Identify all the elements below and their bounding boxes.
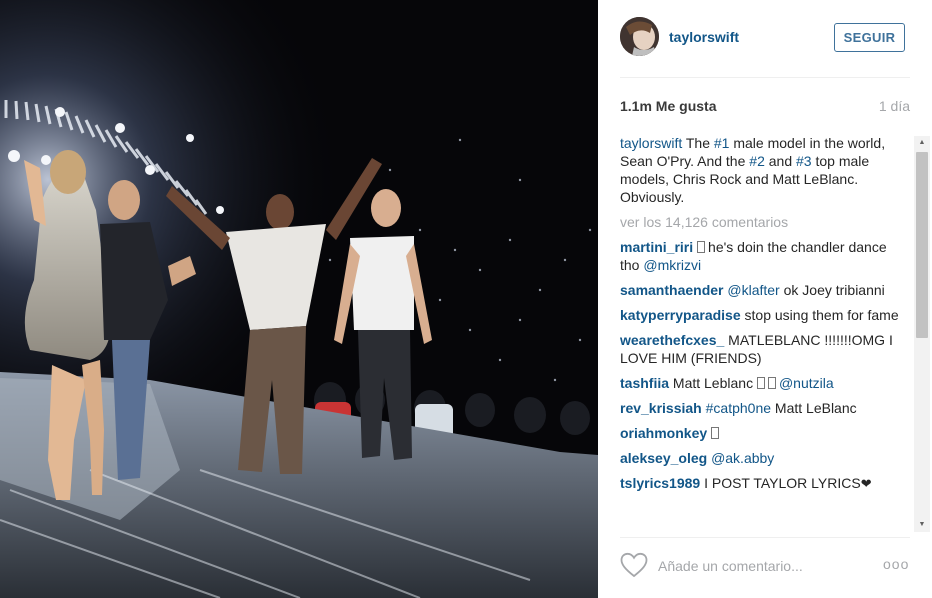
comment-item: katyperryparadise stop using them for fa… [620,306,906,324]
comment-text: Matt LeBlanc [771,400,857,416]
comment-username[interactable]: samanthaender [620,282,723,298]
post-header: taylorswift SEGUIR [598,0,932,78]
hashtag-link[interactable]: #1 [714,135,730,151]
heart-outline-icon [620,552,648,578]
post-side-panel: taylorswift SEGUIR 1.1m Me gusta 1 día t… [598,0,932,598]
header-divider [620,77,910,78]
comment-item: aleksey_oleg @ak.abby [620,449,906,467]
scroll-up-arrow-icon[interactable]: ▲ [914,136,930,150]
likes-count[interactable]: 1.1m Me gusta [620,98,716,114]
comment-username[interactable]: tslyrics1989 [620,475,700,491]
comment-item: oriahmonkey [620,424,906,442]
more-options-icon[interactable]: ooo [883,556,909,572]
like-button[interactable] [620,552,648,578]
emoji-glyph [767,377,776,389]
comment-text: ok Joey tribianni [779,282,885,298]
comment-username[interactable]: aleksey_oleg [620,450,707,466]
comment-username[interactable]: rev_krissiah [620,400,702,416]
comment-username[interactable]: wearethefcxes_ [620,332,724,348]
comments-list[interactable]: taylorswift The #1 male model in the wor… [620,134,906,530]
comment-item: samanthaender @klafter ok Joey tribianni [620,281,906,299]
post-footer: ooo [598,538,932,598]
concert-stage-photo [0,0,598,598]
comment-item: tslyrics1989 I POST TAYLOR LYRICS❤ [620,474,906,493]
comment-text: Matt Leblanc [669,375,757,391]
comment-username[interactable]: katyperryparadise [620,307,741,323]
caption-text: and [764,153,796,169]
emoji-glyph [711,427,720,439]
post-time[interactable]: 1 día [879,98,910,114]
avatar-image [620,17,659,56]
hashtag-link[interactable]: #3 [796,153,812,169]
emoji-glyph [697,241,706,253]
post-photo[interactable] [0,0,598,598]
comment-username[interactable]: oriahmonkey [620,425,707,441]
comment-text: stop using them for fame [740,307,899,323]
hashtag-link[interactable]: #catph0ne [706,400,771,416]
comment-item: martini_riri he's doin the chandler danc… [620,238,906,274]
comment-item: rev_krissiah #catph0ne Matt LeBlanc [620,399,906,417]
caption-text: The [685,135,714,151]
view-all-comments-link[interactable]: ver los 14,126 comentarios [620,213,906,231]
comment-item: wearethefcxes_ MATLEBLANC !!!!!!!OMG I L… [620,331,906,367]
comment-username[interactable]: martini_riri [620,239,693,255]
scroll-down-arrow-icon[interactable]: ▼ [914,518,930,532]
avatar[interactable] [620,17,659,56]
mention-link[interactable]: @nutzila [779,375,834,391]
username-link[interactable]: taylorswift [669,29,739,45]
hashtag-link[interactable]: #2 [749,153,765,169]
mention-link[interactable]: @ak.abby [711,450,774,466]
caption: taylorswift The #1 male model in the wor… [620,134,906,206]
emoji-glyph [756,377,765,389]
mention-link[interactable]: @mkrizvi [643,257,701,273]
caption-username[interactable]: taylorswift [620,135,682,151]
instagram-post: taylorswift SEGUIR 1.1m Me gusta 1 día t… [0,0,932,598]
follow-button[interactable]: SEGUIR [834,23,905,52]
mention-link[interactable]: @klafter [727,282,779,298]
scroll-thumb[interactable] [916,152,928,338]
comment-username[interactable]: tashfiia [620,375,669,391]
comments-scrollbar[interactable]: ▲ ▼ [914,136,930,532]
heart-emoji-icon: ❤ [860,476,872,491]
add-comment-input[interactable] [658,555,868,577]
comment-text: I POST TAYLOR LYRICS [700,475,861,491]
comment-item: tashfiia Matt Leblanc @nutzila [620,374,906,392]
